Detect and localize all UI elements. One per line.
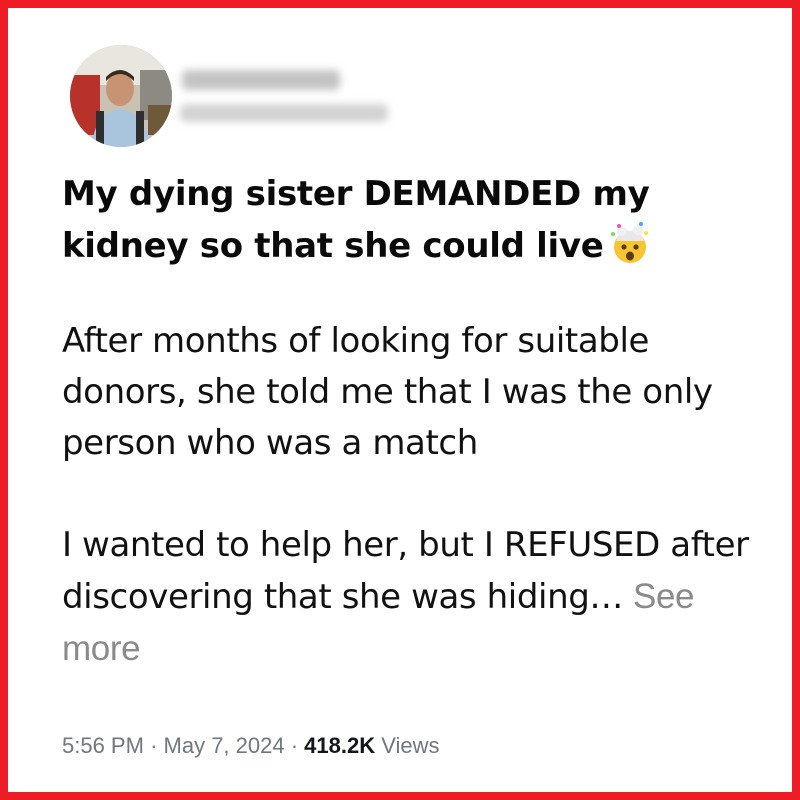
post-card: My dying sister DEMANDED my kidney so th… (0, 0, 800, 800)
avatar[interactable] (70, 45, 172, 147)
post-paragraph-1: After months of looking for suitable don… (62, 321, 713, 463)
post-metadata: 5:56 PM · May 7, 2024 · 418.2K Views (62, 733, 440, 759)
author-name-blurred[interactable] (182, 70, 340, 90)
views-label: Views (381, 733, 440, 758)
post-paragraph-2: I wanted to help her, but I REFUSED afte… (62, 520, 772, 675)
author-handle-blurred[interactable] (180, 104, 388, 122)
avatar-photo (70, 45, 172, 147)
post-time[interactable]: 5:56 PM (62, 733, 144, 758)
separator: · (290, 733, 299, 758)
separator: · (150, 733, 158, 758)
post-headline: My dying sister DEMANDED my kidney so th… (62, 168, 762, 280)
views-count: 418.2K (304, 733, 376, 758)
headline-text: My dying sister DEMANDED my kidney so th… (62, 174, 650, 266)
exploding-head-emoji-icon (608, 221, 652, 280)
post-date[interactable]: May 7, 2024 (164, 733, 285, 758)
